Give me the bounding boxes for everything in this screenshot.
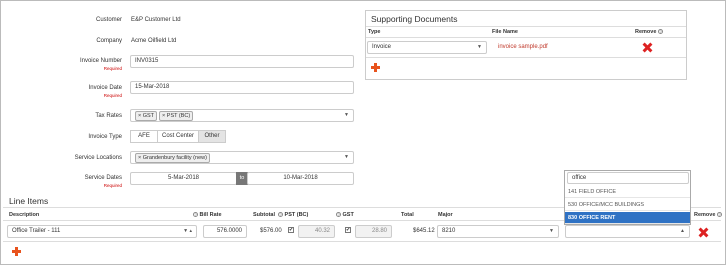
customer-label: Customer [95,17,122,23]
remove-document-icon[interactable] [643,43,652,52]
dropdown-search-input[interactable]: office [567,172,689,184]
invoice-type-afe-button[interactable]: AFE [130,130,158,143]
line-header-pst-label: PST (BC) [284,212,309,218]
line-header-pst: ? PST (BC) [278,212,308,218]
divider [366,37,686,38]
invoice-date-input[interactable]: 15-Mar-2018 [130,81,354,94]
service-dates-label: Service Dates [84,175,122,181]
line-gst-input: 28.80 [355,225,392,238]
remove-line-icon[interactable] [699,228,708,237]
chevron-down-icon: ▼ [477,44,482,50]
invoice-number-label: Invoice Number [79,58,122,64]
service-dates-required: Required [103,183,122,188]
line-header-bill-rate: ? Bill Rate [193,212,222,218]
line-description-select[interactable]: Office Trailer - 111 ▼ ▴ [7,225,197,238]
invoice-date-required: Required [103,93,122,98]
tax-rates-select[interactable]: × GST × PST (BC) ▼ [130,109,354,122]
add-document-icon[interactable] [371,63,380,72]
divider [366,57,686,58]
dropdown-option[interactable]: 141 FIELD OFFICE [565,186,690,198]
line-header-bill-rate-label: Bill Rate [199,212,222,218]
line-description-value: Office Trailer - 111 [12,228,61,234]
tax-tag-pst[interactable]: × PST (BC) [159,111,194,121]
divider [3,241,721,242]
dropdown-option-selected[interactable]: 830 OFFICE RENT [565,212,690,224]
line-header-remove-label: Remove [694,212,716,218]
divider [366,26,686,27]
add-line-icon[interactable] [12,247,21,256]
doc-file-name-link[interactable]: invoice sample.pdf [498,44,548,50]
help-icon: ? [336,212,341,218]
service-date-to-input[interactable]: 10-Mar-2018 [247,172,354,185]
line-major-select[interactable]: 8210 ▼ [437,225,559,238]
line-pst-input: 40.32 [298,225,335,238]
invoice-date-label: Invoice Date [88,85,122,91]
doc-header-type: Type [368,29,381,35]
line-total: $645.12 [413,228,435,234]
line-header-subtotal: Subtotal [253,212,275,218]
doc-type-select[interactable]: Invoice ▼ [367,41,487,54]
pst-checkbox[interactable]: ✔ [288,227,294,233]
location-tag[interactable]: × Grandenbury facility (new) [135,153,210,163]
dropdown-option[interactable]: 530 OFFICE/MCC BUILDINGS [565,199,690,211]
chevron-down-icon: ▼ [344,112,349,118]
tax-tag-gst[interactable]: × GST [135,111,158,121]
line-header-description: Description [9,212,40,218]
doc-header-file-name: File Name [492,29,518,35]
line-header-remove: Remove ? [694,212,722,218]
line-major-value: 8210 [442,228,456,234]
supporting-documents-title: Supporting Documents [371,14,458,24]
chevron-down-icon: ▼ ▴ [183,228,192,234]
doc-header-remove-label: Remove [635,29,657,35]
line-bill-rate-input[interactable]: 576.0000 [203,225,247,238]
doc-header-remove: Remove ? [635,29,663,35]
service-locations-label: Service Locations [74,155,122,161]
help-icon: ? [657,29,663,35]
invoice-type-other-button[interactable]: Other [198,130,226,143]
help-icon: ? [278,212,283,218]
doc-type-value: Invoice [372,44,392,50]
invoice-number-required: Required [103,66,122,71]
line-header-major: Major [438,212,453,218]
service-date-from-input[interactable]: 5-Mar-2018 [130,172,237,185]
company-label: Company [96,38,122,44]
gst-checkbox[interactable]: ✔ [345,227,351,233]
service-locations-select[interactable]: × Grandenbury facility (new) ▼ [130,151,354,164]
line-header-total: Total [401,212,414,218]
chevron-up-icon: ▲ [680,228,685,234]
company-value: Acme Oilfield Ltd [131,38,177,44]
line-header-gst-label: GST [342,212,354,218]
line-minor-select[interactable]: ▲ [565,225,690,238]
customer-value: E&P Customer Ltd [131,17,181,23]
invoice-number-input[interactable]: INV0315 [130,55,354,68]
chevron-down-icon: ▼ [549,228,554,234]
help-icon: ? [716,212,722,218]
line-header-gst: ? GST [336,212,354,218]
help-icon: ? [193,212,198,218]
tax-rates-label: Tax Rates [95,113,122,119]
line-items-title: Line Items [9,196,49,206]
line-subtotal: $576.00 [260,228,282,234]
invoice-type-cost-center-button[interactable]: Cost Center [157,130,199,143]
chevron-down-icon: ▼ [344,154,349,160]
invoice-type-label: Invoice Type [88,134,122,140]
